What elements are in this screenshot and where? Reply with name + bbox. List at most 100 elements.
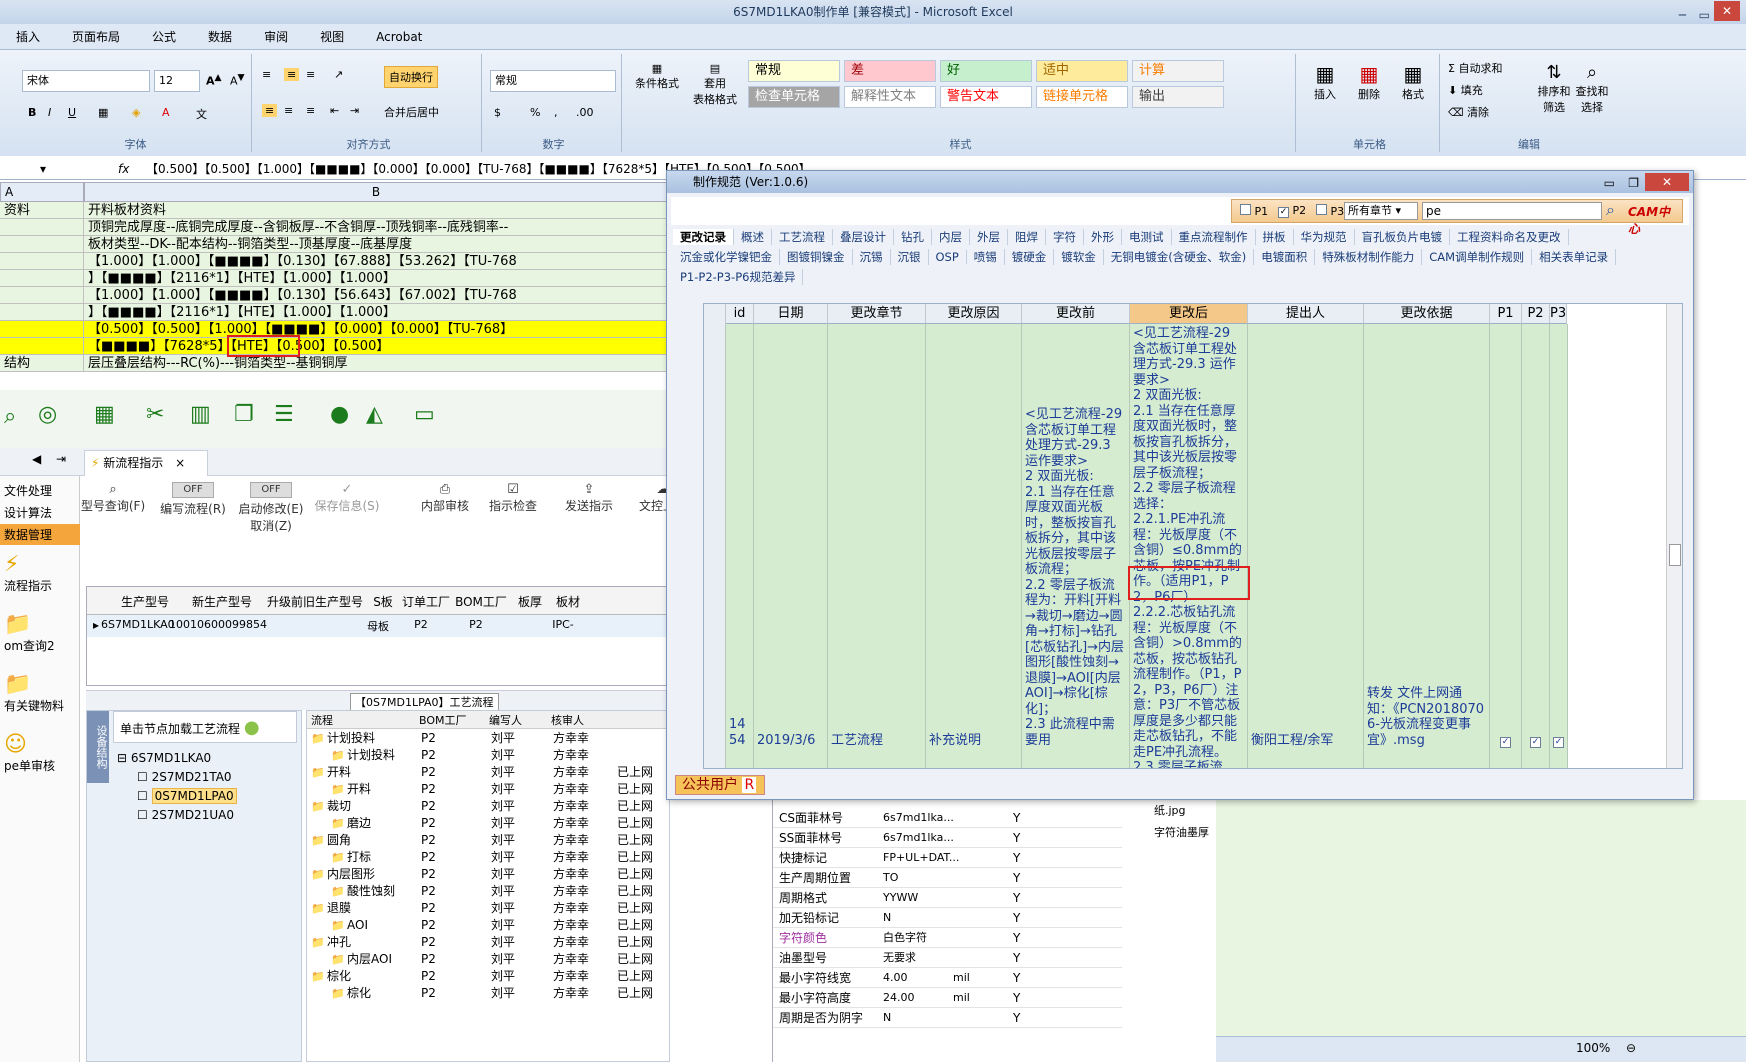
flow-btn-3[interactable]: ✓ 保存信息(S) <box>310 482 384 514</box>
chart-icon[interactable]: ◭ <box>366 402 383 427</box>
flow-header-1[interactable]: BOM工厂 <box>419 712 467 728</box>
cell-a-5[interactable] <box>0 287 84 304</box>
tree-node-0[interactable]: ⊟ 6S7MD1LKA0 <box>117 749 297 768</box>
cell-a-9[interactable]: 结构 <box>0 355 84 372</box>
cell-style-5[interactable]: 检查单元格 <box>748 86 840 108</box>
flow-row-3[interactable]: 📁 开料 P2 刘平 方幸幸 已上网 <box>307 780 669 797</box>
flow-row-14[interactable]: 📁 棕化 P2 刘平 方幸幸 已上网 <box>307 967 669 984</box>
prod-header-2[interactable]: 升级前旧生产型号 <box>265 593 365 610</box>
dialog-tabs2-12[interactable]: 相关表单记录 <box>1532 249 1617 265</box>
grid-header-4[interactable]: 更改前 <box>1022 304 1130 324</box>
search-icon[interactable]: ⌕ <box>4 404 16 429</box>
flow-header-3[interactable]: 核审人 <box>551 712 584 728</box>
grid-icon[interactable]: ▦ <box>94 402 115 427</box>
nav-item-1[interactable]: 设计算法 <box>0 502 80 523</box>
search-input[interactable]: pe <box>1422 202 1602 220</box>
prod-header-5[interactable]: BOM工厂 <box>451 593 511 610</box>
nav-item-5[interactable]: 📁 有关键物料 <box>0 670 80 716</box>
cell-b-8[interactable]: 【■■■■】【7628*5】【HTE】【0.500】【0.500】 <box>84 338 668 355</box>
dialog-tabs1-6[interactable]: 外层 <box>970 229 1008 245</box>
cell-style-1[interactable]: 差 <box>844 60 936 82</box>
grid-header-7[interactable]: 更改依据 <box>1364 304 1490 324</box>
scissors-icon[interactable]: ✂ <box>146 402 164 427</box>
copy-icon[interactable]: ❐ <box>234 402 254 427</box>
grid-cell-0[interactable]: 1454 <box>726 324 754 768</box>
vertical-tab[interactable]: 设备结构 <box>87 711 109 783</box>
tree-node-2[interactable]: ☐ 0S7MD1LPA0 <box>117 787 297 806</box>
flow-btn-1[interactable]: OFF 编写流程(R) <box>156 482 230 517</box>
flow-btn-6[interactable]: ⇪ 发送指示 <box>552 482 626 514</box>
flow-row-15[interactable]: 📁 棕化 P2 刘平 方幸幸 已上网 <box>307 984 669 1001</box>
dialog-tabs2-1[interactable]: 图镀铜镍金 <box>780 249 853 265</box>
flow-row-10[interactable]: 📁 退膜 P2 刘平 方幸幸 已上网 <box>307 899 669 916</box>
grid-cell-2[interactable]: 工艺流程 <box>828 324 926 768</box>
flow-row-0[interactable]: 📁 计划投料 P2 刘平 方幸幸 <box>307 729 669 746</box>
dialog-restore-button[interactable]: ❐ <box>1628 172 1639 194</box>
column-header-b[interactable]: B <box>84 182 668 202</box>
grid-cell-5[interactable]: <见工艺流程-29 含芯板订单工程处理方式-29.3 运作要求> 2 双面光板:… <box>1130 324 1248 768</box>
grid-cell-7[interactable]: 转发 文件上网通知：《PCN20180706-光板流程变更事宜》.msg <box>1364 324 1490 768</box>
grid-cell-10[interactable]: ✓ <box>1550 324 1568 768</box>
cell-b-4[interactable]: 】【■■■■】【2116*1】【HTE】【1.000】【1.000】 <box>84 270 668 287</box>
dialog-tabs1-11[interactable]: 重点流程制作 <box>1172 229 1256 245</box>
flow-btn-5[interactable]: ☑ 指示检查 <box>476 482 550 514</box>
flow-row-8[interactable]: 📁 内层图形 P2 刘平 方幸幸 已上网 <box>307 865 669 882</box>
cell-style-4[interactable]: 计算 <box>1132 60 1224 82</box>
dialog-tabs2-9[interactable]: 电镀面积 <box>1254 249 1316 265</box>
dialog-tabs2-10[interactable]: 特殊板材制作能力 <box>1315 249 1423 265</box>
align-center-icon[interactable]: ≡ <box>284 104 293 117</box>
grid-cell-3[interactable]: 补充说明 <box>926 324 1022 768</box>
grid-check-8[interactable]: ✓ <box>1500 737 1511 748</box>
clear-button[interactable]: ⌫ 清除 <box>1448 104 1489 120</box>
column-header-a[interactable]: A <box>0 182 84 202</box>
comma-icon[interactable]: , <box>554 106 558 119</box>
align-middle-icon[interactable]: ≡ <box>284 68 300 81</box>
dialog-tabs1-0[interactable]: 更改记录 <box>673 229 734 245</box>
user-icon[interactable]: ● <box>330 402 349 427</box>
prop-row-3[interactable]: 生产周期位置 TO Y <box>773 868 1122 888</box>
dialog-tabs1-12[interactable]: 拼板 <box>1256 229 1294 245</box>
prop-row-10[interactable]: 周期是否为阴字 N Y <box>773 1008 1122 1028</box>
autosum-button[interactable]: Σ 自动求和 <box>1448 60 1502 76</box>
cell-a-3[interactable] <box>0 253 84 270</box>
format-cells-button[interactable]: ▦ 格式 <box>1394 62 1432 102</box>
cell-a-0[interactable]: 资料 <box>0 202 84 219</box>
grid-cell-8[interactable]: ✓ <box>1490 324 1522 768</box>
dialog-close-button[interactable]: ✕ <box>1645 173 1689 191</box>
flow-row-9[interactable]: 📁 酸性蚀刻 P2 刘平 方幸幸 已上网 <box>307 882 669 899</box>
phonetic-icon[interactable]: 文 <box>196 106 207 122</box>
grid-header-2[interactable]: 更改章节 <box>828 304 926 324</box>
sort-filter-button[interactable]: ⇅ 排序和 筛选 <box>1536 62 1572 115</box>
nav-item-4[interactable]: 📁 om查询2 <box>0 610 80 656</box>
conditional-format-button[interactable]: ▦ 条件格式 <box>630 62 684 91</box>
cell-a-2[interactable] <box>0 236 84 253</box>
fx-icon[interactable]: fx <box>118 158 129 180</box>
chapter-select[interactable]: 所有章节 ▾ <box>1344 202 1418 220</box>
prop-row-1[interactable]: SS面菲林号 6s7md1lka... Y <box>773 828 1122 848</box>
menu-item-1[interactable]: 页面布局 <box>56 24 136 50</box>
dialog-tabs1-15[interactable]: 工程资料命名及更改 <box>1450 229 1569 245</box>
align-right-icon[interactable]: ≡ <box>306 104 315 117</box>
dialog-tabs2-3[interactable]: 沉银 <box>891 249 929 265</box>
cell-style-3[interactable]: 适中 <box>1036 60 1128 82</box>
cell-b-7[interactable]: 【0.500】【0.500】【1.000】【■■■■】【0.000】【0.000… <box>84 321 668 338</box>
tree-node-1[interactable]: ☐ 2S7MD21TA0 <box>117 768 297 787</box>
list-icon[interactable]: ☰ <box>274 402 294 427</box>
nav-item-3[interactable]: ⚡ 流程指示 <box>0 550 80 596</box>
grid-header-0[interactable]: id <box>726 304 754 324</box>
grid-cell-4[interactable]: <见工艺流程-29 含芯板订单工程处理方式-29.3 运作要求> 2 双面光板:… <box>1022 324 1130 768</box>
grid-scrollbar[interactable] <box>1666 304 1682 768</box>
prop-row-8[interactable]: 最小字符线宽 4.00 mil Y <box>773 968 1122 988</box>
table-format-button[interactable]: ▤ 套用 表格格式 <box>688 62 742 107</box>
close-button[interactable]: ✕ <box>1714 1 1740 21</box>
flow-row-13[interactable]: 📁 内层AOI P2 刘平 方幸幸 已上网 <box>307 950 669 967</box>
menu-item-3[interactable]: 数据 <box>192 24 248 50</box>
dialog-tabs1-7[interactable]: 阻焊 <box>1008 229 1046 245</box>
indent-increase-icon[interactable]: ⇥ <box>350 104 359 117</box>
p3-checkbox[interactable] <box>1316 204 1327 215</box>
dialog-tabs1-3[interactable]: 叠层设计 <box>833 229 894 245</box>
p2-checkbox[interactable]: ✓ <box>1278 207 1289 218</box>
toggle-off-icon[interactable]: OFF <box>250 482 292 498</box>
cell-a-8[interactable] <box>0 338 84 355</box>
grid-header-6[interactable]: 提出人 <box>1248 304 1364 324</box>
